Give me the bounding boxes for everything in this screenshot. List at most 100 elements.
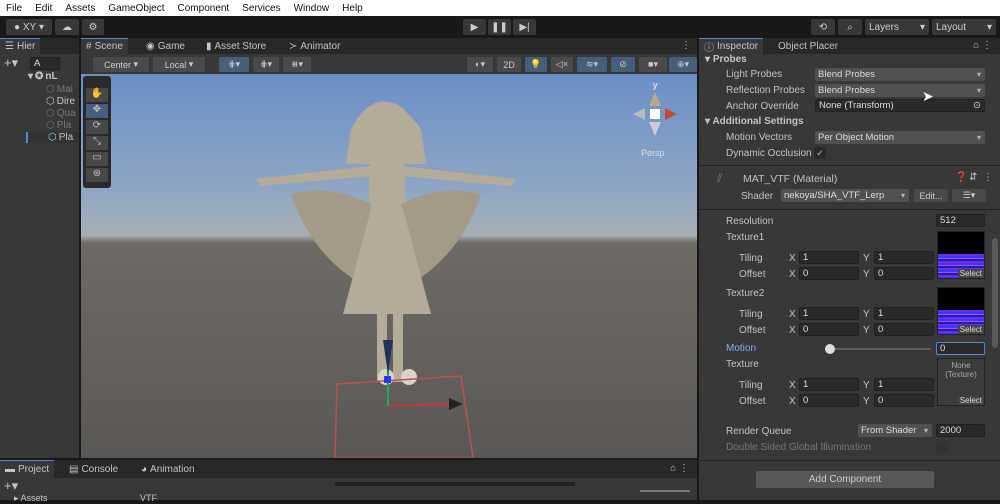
tiling-y-field[interactable]: 1: [874, 378, 934, 391]
offset-x-field[interactable]: 0: [799, 394, 859, 407]
offset-y-field[interactable]: 0: [874, 394, 934, 407]
hierarchy-item[interactable]: ⬡ Dire: [46, 96, 75, 107]
menu-component[interactable]: Component: [178, 3, 230, 14]
preset-icon[interactable]: ⇵: [969, 172, 977, 183]
effects-dropdown[interactable]: ≋▾: [577, 57, 607, 72]
scrollbar[interactable]: [992, 238, 998, 348]
search-button[interactable]: ⌕: [838, 19, 862, 35]
select-button[interactable]: Select: [957, 269, 984, 278]
menu-window[interactable]: Window: [294, 3, 330, 14]
snap-button[interactable]: ⋕▾: [253, 57, 279, 72]
scale-tool[interactable]: ⤡: [86, 136, 108, 150]
lighting-toggle[interactable]: 💡: [525, 57, 547, 72]
tab-inspector[interactable]: ⓘ Inspector: [699, 38, 764, 54]
visibility-toggle[interactable]: ⊘: [611, 57, 635, 72]
select-button[interactable]: Select: [957, 325, 984, 334]
motion-slider-thumb[interactable]: [825, 344, 835, 354]
tab-scene[interactable]: # Scene: [81, 38, 128, 54]
increment-snap-button[interactable]: ⧻▾: [283, 57, 311, 72]
step-button[interactable]: ▶|: [513, 19, 536, 35]
select-button[interactable]: Select: [957, 396, 984, 405]
draw-mode-button[interactable]: ◐▾: [467, 57, 493, 72]
cloud-button[interactable]: ☁: [55, 19, 79, 35]
texture1-slot[interactable]: Select: [937, 231, 985, 279]
rotate-tool[interactable]: ⟳: [86, 120, 108, 134]
tiling-y-field[interactable]: 1: [874, 251, 934, 264]
offset-y-field[interactable]: 0: [874, 323, 934, 336]
menu-help[interactable]: Help: [342, 3, 363, 14]
pivot-dropdown[interactable]: Center ▾: [93, 57, 149, 72]
offset-y-field[interactable]: 0: [874, 267, 934, 280]
tab-animation[interactable]: ◕ Animation: [136, 460, 200, 478]
hierarchy-item[interactable]: ⬡ Qua: [46, 108, 76, 119]
tab-asset-store[interactable]: ▮ Asset Store: [201, 38, 271, 54]
motion-slider-track[interactable]: [829, 348, 931, 350]
texture-slot[interactable]: None (Texture) Select: [937, 358, 985, 406]
tab-game[interactable]: ◉ Game: [141, 38, 190, 54]
hierarchy-search[interactable]: A: [30, 57, 60, 70]
lock-icon[interactable]: ⌂ ⋮: [670, 463, 689, 474]
menu-gameobject[interactable]: GameObject: [108, 3, 164, 14]
probes-foldout[interactable]: ▾ Probes: [705, 54, 747, 65]
audio-toggle[interactable]: ◁×: [551, 57, 573, 72]
edit-shader-button[interactable]: Edit...: [914, 189, 948, 202]
shader-dropdown[interactable]: nekoya/SHA_VTF_Lerp: [781, 189, 909, 202]
render-queue-field[interactable]: 2000: [936, 424, 985, 437]
dynamic-occlusion-checkbox[interactable]: ✓: [814, 147, 826, 159]
menu-assets[interactable]: Assets: [65, 3, 95, 14]
assets-folder[interactable]: ▸ Assets: [14, 493, 48, 504]
anchor-override-field[interactable]: None (Transform) ⊙: [815, 99, 985, 112]
tiling-x-field[interactable]: 1: [799, 378, 859, 391]
history-button[interactable]: ⟲: [811, 19, 835, 35]
add-component-button[interactable]: Add Component: [756, 471, 934, 488]
offset-x-field[interactable]: 0: [799, 323, 859, 336]
hand-tool[interactable]: ✋: [86, 88, 108, 102]
help-icon[interactable]: ❓: [955, 172, 967, 183]
lock-icon[interactable]: ⌂ ⋮: [973, 40, 992, 51]
rect-tool[interactable]: ▭: [86, 152, 108, 166]
layout-dropdown[interactable]: Layout ▾: [932, 19, 996, 35]
resolution-field[interactable]: 512: [936, 214, 985, 227]
additional-settings-foldout[interactable]: ▾ Additional Settings: [705, 116, 804, 127]
settings-button[interactable]: ⚙: [82, 19, 104, 35]
tab-hierarchy[interactable]: ☰ Hier: [0, 38, 41, 54]
offset-x-field[interactable]: 0: [799, 267, 859, 280]
gizmos-dropdown[interactable]: ⊕▾: [669, 57, 697, 72]
motion-field[interactable]: 0: [936, 342, 985, 355]
add-button[interactable]: +▾: [4, 55, 18, 71]
menu-edit[interactable]: Edit: [35, 3, 52, 14]
2d-toggle[interactable]: 2D: [497, 57, 521, 72]
scene-viewport[interactable]: y Persp ✋ ✥ ⟳ ⤡ ▭ ⊛: [81, 74, 697, 458]
camera-dropdown[interactable]: ■▾: [639, 57, 667, 72]
reflection-probes-dropdown[interactable]: Blend Probes: [815, 84, 985, 97]
light-probes-dropdown[interactable]: Blend Probes: [815, 68, 985, 81]
more-icon[interactable]: ⋮: [983, 172, 993, 183]
tiling-x-field[interactable]: 1: [799, 251, 859, 264]
render-queue-dropdown[interactable]: From Shader: [858, 424, 932, 437]
scene-root[interactable]: ▾ ✪ nL: [28, 71, 58, 82]
hierarchy-item-selected[interactable]: ⬡ Pla: [26, 132, 79, 143]
hierarchy-item[interactable]: ⬡ Pla: [46, 120, 71, 131]
more-icon[interactable]: ⋮: [681, 40, 691, 51]
zoom-slider[interactable]: [640, 490, 690, 492]
space-dropdown[interactable]: Local ▾: [153, 57, 205, 72]
double-sided-gi-checkbox[interactable]: [936, 441, 948, 453]
tiling-x-field[interactable]: 1: [799, 307, 859, 320]
menu-services[interactable]: Services: [242, 3, 280, 14]
layers-dropdown[interactable]: Layers ▾: [865, 19, 929, 35]
transform-tool[interactable]: ⊛: [86, 168, 108, 182]
hierarchy-item[interactable]: ⬡ Mai: [46, 84, 73, 95]
tiling-y-field[interactable]: 1: [874, 307, 934, 320]
tab-object-placer[interactable]: Object Placer: [773, 38, 843, 54]
tab-animator[interactable]: ≻ Animator: [284, 38, 345, 54]
tab-console[interactable]: ▤ Console: [64, 460, 123, 478]
play-button[interactable]: ▶: [463, 19, 486, 35]
object-picker-icon[interactable]: ⊙: [973, 100, 981, 111]
motion-vectors-dropdown[interactable]: Per Object Motion: [815, 131, 985, 144]
pause-button[interactable]: ❚❚: [488, 19, 511, 35]
shader-options-button[interactable]: ☰▾: [952, 189, 986, 202]
grid-snap-button[interactable]: ⋕▾: [219, 57, 249, 72]
texture2-slot[interactable]: Select: [937, 287, 985, 335]
move-tool[interactable]: ✥: [86, 104, 108, 118]
tab-project[interactable]: ▬ Project: [0, 460, 55, 478]
